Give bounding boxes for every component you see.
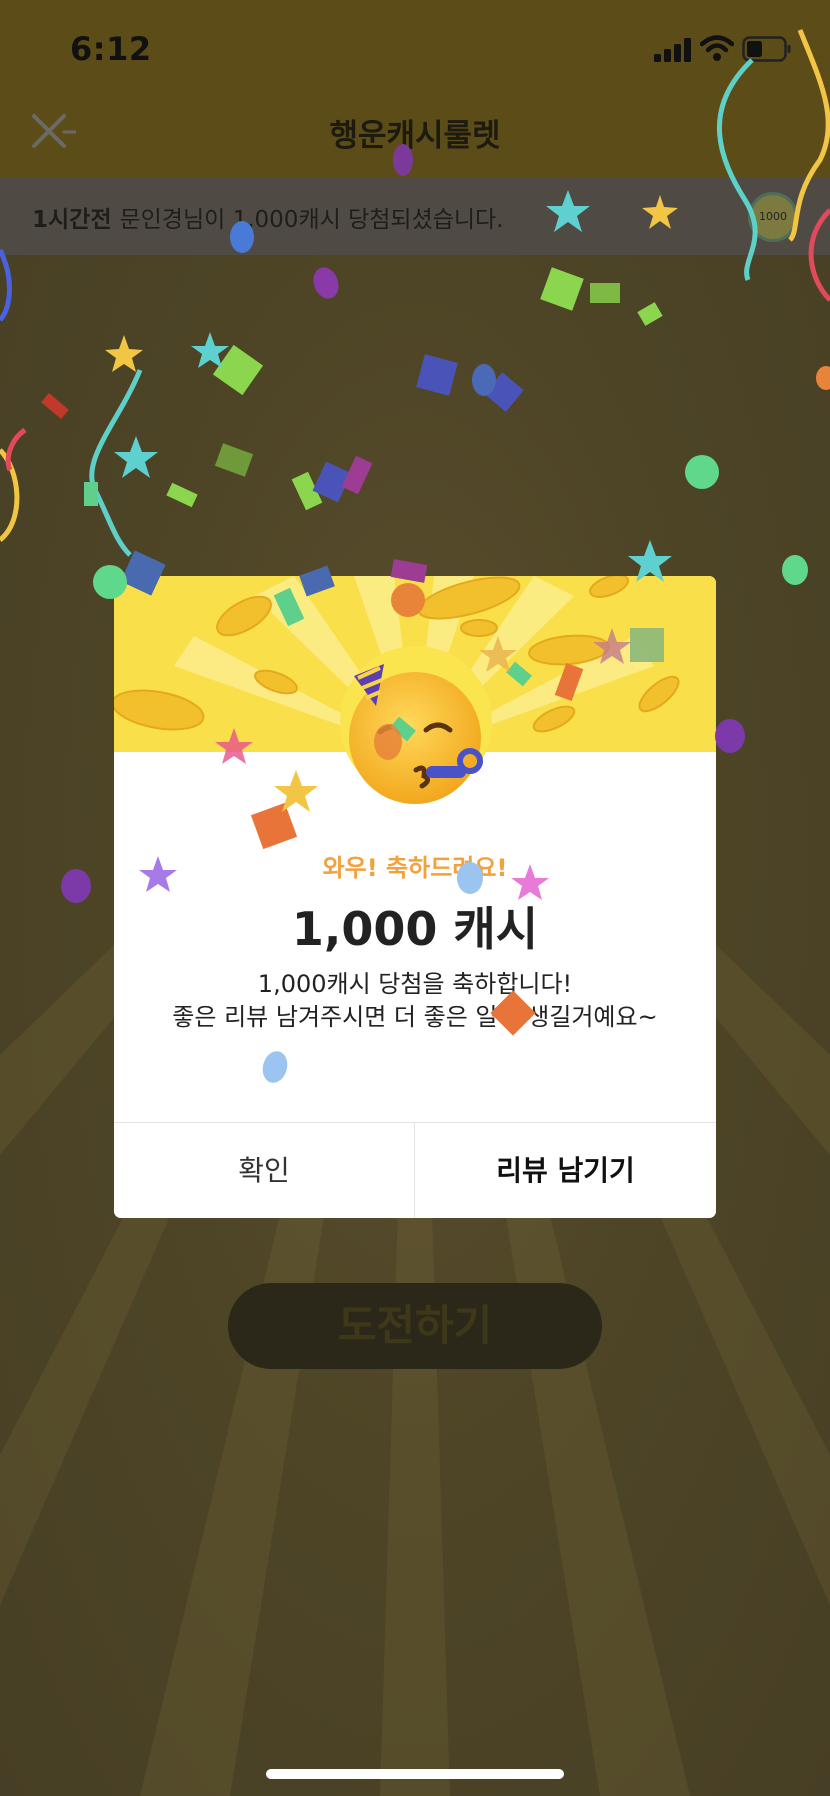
- challenge-button[interactable]: 도전하기: [228, 1283, 602, 1369]
- status-bar: 6:12: [0, 0, 830, 100]
- dialog-message: 1,000캐시 당첨을 축하합니다! 좋은 리뷰 남겨주시면 더 좋은 일이 생…: [114, 968, 716, 1034]
- battery-icon: [742, 36, 791, 62]
- home-indicator[interactable]: [266, 1769, 564, 1779]
- wifi-icon: [700, 35, 734, 61]
- message-line-2: 좋은 리뷰 남겨주시면 더 좋은 일이 생길거예요~: [172, 1003, 658, 1031]
- congrats-headline: 와우! 축하드려요!: [322, 854, 508, 882]
- confirm-button[interactable]: 확인: [114, 1123, 414, 1218]
- ticker-text: 1시간전 문인경님이 1,000캐시 당첨되셨습니다.: [32, 200, 504, 234]
- challenge-button-label: 도전하기: [337, 1301, 493, 1350]
- message-line-1: 1,000캐시 당첨을 축하합니다!: [257, 970, 573, 998]
- win-dialog: 와우! 축하드려요! 1,000 캐시 1,000캐시 당첨을 축하합니다! 좋…: [114, 576, 716, 1218]
- confirm-button-label: 확인: [238, 1154, 290, 1187]
- leave-review-button[interactable]: 리뷰 남기기: [415, 1123, 716, 1218]
- ticker-message: 문인경님이 1,000캐시 당첨되셨습니다.: [119, 207, 504, 233]
- navigation-bar: 행운캐시룰렛: [0, 100, 830, 178]
- signal-icon: [654, 38, 691, 62]
- prize-amount: 1,000 캐시: [291, 902, 539, 956]
- ticker-time: 1시간전: [32, 207, 112, 233]
- review-button-label: 리뷰 남기기: [496, 1154, 635, 1187]
- winner-ticker: 1시간전 문인경님이 1,000캐시 당첨되셨습니다. 1000: [0, 178, 830, 255]
- party-face-emoji-icon: [349, 664, 483, 804]
- page-title: 행운캐시룰렛: [329, 118, 501, 154]
- coin-icon: 1000: [748, 192, 798, 242]
- status-time: 6:12: [70, 30, 152, 68]
